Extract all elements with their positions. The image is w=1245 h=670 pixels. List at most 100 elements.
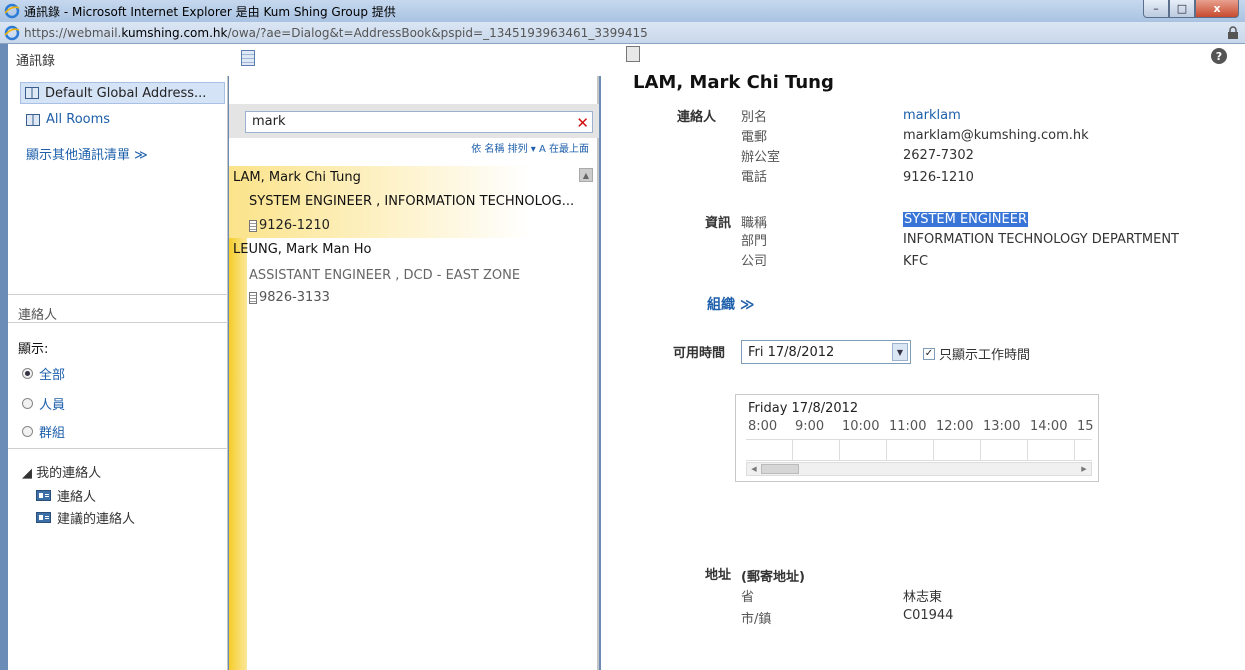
schedule-hours: 8:00 9:00 10:00 11:00 12:00 13:00 14:00 15 bbox=[748, 419, 1093, 434]
date-select-value: Fri 17/8/2012 bbox=[748, 345, 835, 360]
phone-value: 9126-1210 bbox=[903, 170, 974, 185]
address-bar[interactable]: https://webmail.kumshing.com.hk/owa/?ae=… bbox=[0, 22, 1245, 44]
show-label: 顯示: bbox=[18, 342, 49, 357]
scroll-thumb[interactable] bbox=[761, 464, 799, 474]
window-frame bbox=[0, 44, 8, 670]
radio-button[interactable] bbox=[22, 368, 33, 379]
maximize-button[interactable]: □ bbox=[1169, 0, 1195, 18]
print-icon[interactable] bbox=[626, 46, 640, 62]
field-label: 辦公室 bbox=[741, 150, 781, 165]
field-label: 省 bbox=[741, 590, 755, 605]
scroll-up-button[interactable]: ▲ bbox=[579, 168, 593, 182]
work-hours-checkbox[interactable]: ✓ 只顯示工作時間 bbox=[923, 344, 1030, 363]
folder-suggested-contacts[interactable]: 建議的連絡人 bbox=[36, 508, 135, 527]
show-more-lists-link[interactable]: 顯示其他通訊清單 ≫ bbox=[26, 144, 148, 163]
organization-link[interactable]: 組織 ≫ bbox=[707, 294, 755, 314]
hour-label: 10:00 bbox=[842, 419, 880, 434]
hour-label: 15 bbox=[1077, 419, 1093, 434]
folder-contacts[interactable]: 連絡人 bbox=[36, 486, 96, 505]
url-text: https://webmail.kumshing.com.hk/owa/?ae=… bbox=[24, 26, 648, 40]
address-section-label: 地址 bbox=[705, 568, 732, 583]
lock-icon bbox=[1228, 26, 1238, 39]
list-item-global-address[interactable]: Default Global Address... bbox=[20, 82, 225, 104]
list-item[interactable]: LAM, Mark Chi Tung SYSTEM ENGINEER , INF… bbox=[229, 166, 584, 238]
phone-text: 9826-3133 bbox=[259, 290, 330, 305]
list-item-label: All Rooms bbox=[46, 112, 111, 127]
hour-label: 14:00 bbox=[1030, 419, 1068, 434]
folder-label: 建議的連絡人 bbox=[57, 512, 136, 527]
chevron-down-icon[interactable]: ▼ bbox=[892, 343, 908, 361]
hour-label: 12:00 bbox=[936, 419, 974, 434]
divider bbox=[8, 294, 228, 295]
window-title-bar: 通訊錄 - Microsoft Internet Explorer 是由 Kum… bbox=[0, 0, 1245, 22]
address-book-icon bbox=[25, 87, 39, 99]
clear-search-icon[interactable]: ✕ bbox=[576, 114, 589, 132]
my-contacts-tree-node[interactable]: ◢ 我的連絡人 bbox=[22, 462, 101, 481]
contact-name: LAM, Mark Chi Tung bbox=[633, 72, 834, 93]
list-item[interactable]: LEUNG, Mark Man Ho ASSISTANT ENGINEER , … bbox=[229, 238, 584, 310]
minimize-button[interactable]: – bbox=[1143, 0, 1169, 18]
sort-options[interactable]: 依 名稱 排列 ▾ A 在最上面 bbox=[471, 140, 589, 155]
address-type-label: (郵寄地址) bbox=[741, 570, 805, 585]
search-input[interactable]: mark bbox=[245, 111, 593, 133]
close-button[interactable]: x bbox=[1195, 0, 1239, 18]
hour-label: 13:00 bbox=[983, 419, 1021, 434]
email-value: marklam@kumshing.com.hk bbox=[903, 128, 1089, 143]
checkbox[interactable]: ✓ bbox=[923, 347, 935, 360]
address-lists-panel: 通訊錄 Default Global Address... All Rooms … bbox=[8, 54, 228, 670]
availability-label: 可用時間 bbox=[673, 346, 726, 361]
filter-groups[interactable]: 群組 bbox=[22, 422, 65, 441]
company-value: KFC bbox=[903, 254, 929, 269]
search-results-panel: mark ✕ 依 名稱 排列 ▾ A 在最上面 LAM, Mark Chi Tu… bbox=[229, 50, 599, 670]
url-domain: kumshing.com.hk bbox=[121, 25, 228, 40]
result-title: ASSISTANT ENGINEER , DCD - EAST ZONE bbox=[249, 268, 521, 283]
scroll-left-icon[interactable]: ◀ bbox=[748, 464, 760, 474]
contact-card-icon bbox=[36, 490, 51, 501]
panel-title: 通訊錄 bbox=[16, 54, 56, 69]
job-title-value: SYSTEM ENGINEER bbox=[903, 212, 1028, 227]
date-select[interactable]: Fri 17/8/2012 ▼ bbox=[741, 340, 911, 364]
alias-value[interactable]: marklam bbox=[903, 108, 961, 123]
filter-people[interactable]: 人員 bbox=[22, 394, 65, 413]
department-value: INFORMATION TECHNOLOGY DEPARTMENT bbox=[903, 232, 1179, 247]
contacts-section-title: 連絡人 bbox=[18, 308, 58, 323]
result-name: LEUNG, Mark Man Ho bbox=[233, 242, 372, 257]
field-label: 電郵 bbox=[741, 130, 768, 145]
office-value: 2627-7302 bbox=[903, 148, 974, 163]
info-section-label: 資訊 bbox=[705, 216, 732, 231]
phone-text: 9126-1210 bbox=[259, 218, 330, 233]
address-book-icon[interactable] bbox=[241, 50, 255, 66]
internet-explorer-icon bbox=[4, 25, 20, 40]
filter-label: 全部 bbox=[39, 368, 66, 383]
radio-button[interactable] bbox=[22, 398, 33, 409]
availability-schedule: Friday 17/8/2012 8:00 9:00 10:00 11:00 12:00… bbox=[735, 394, 1099, 482]
folder-label: 連絡人 bbox=[57, 490, 97, 505]
result-title: SYSTEM ENGINEER , INFORMATION TECHNOLOG.… bbox=[249, 194, 575, 209]
divider bbox=[8, 448, 228, 449]
scroll-right-icon[interactable]: ▶ bbox=[1078, 464, 1090, 474]
field-label: 職稱 bbox=[741, 216, 768, 231]
url-prefix: https://webmail. bbox=[24, 25, 122, 40]
help-icon[interactable]: ? bbox=[1211, 48, 1227, 64]
filter-label: 群組 bbox=[39, 426, 66, 441]
schedule-scrollbar[interactable]: ◀ ▶ bbox=[746, 462, 1092, 476]
contact-section-label: 連絡人 bbox=[677, 110, 717, 125]
schedule-grid bbox=[746, 439, 1092, 461]
checkbox-label: 只顯示工作時間 bbox=[939, 348, 1031, 363]
url-path: /owa/?ae=Dialog&t=AddressBook&pspid=_134… bbox=[227, 25, 648, 40]
contact-card-icon bbox=[36, 512, 51, 523]
internet-explorer-icon bbox=[4, 3, 20, 19]
city-value: C01944 bbox=[903, 608, 954, 623]
address-book-icon bbox=[26, 113, 40, 126]
window-title: 通訊錄 - Microsoft Internet Explorer 是由 Kum… bbox=[24, 4, 396, 19]
field-label: 電話 bbox=[741, 170, 768, 185]
list-item-all-rooms[interactable]: All Rooms bbox=[26, 112, 110, 127]
radio-button[interactable] bbox=[22, 426, 33, 437]
result-name: LAM, Mark Chi Tung bbox=[233, 170, 361, 185]
filter-all[interactable]: 全部 bbox=[22, 364, 65, 383]
building-icon bbox=[249, 219, 257, 232]
window-controls: – □ x bbox=[1143, 0, 1239, 18]
building-icon bbox=[249, 291, 257, 304]
province-value: 林志東 bbox=[903, 590, 943, 605]
hour-label: 9:00 bbox=[795, 419, 825, 434]
